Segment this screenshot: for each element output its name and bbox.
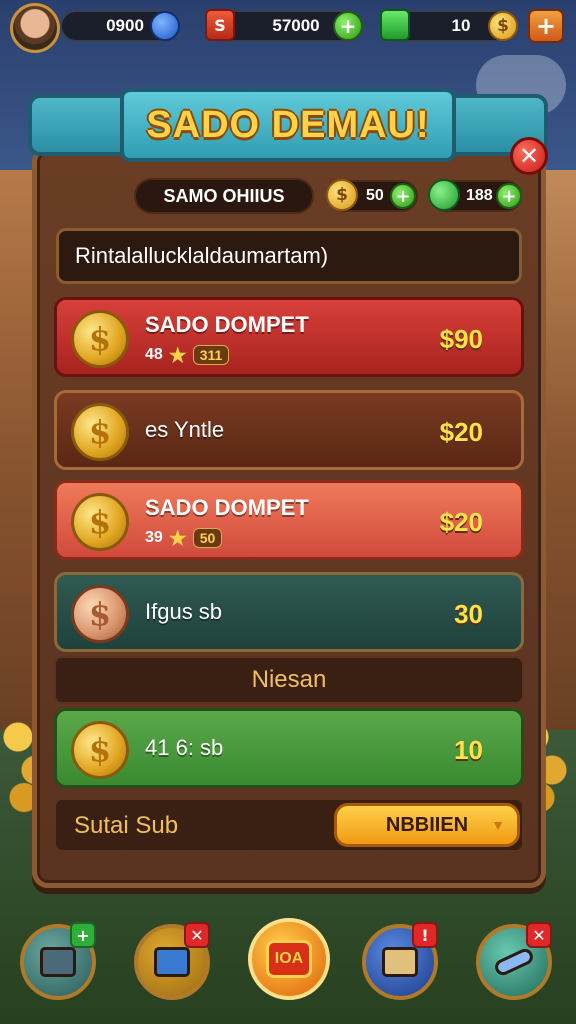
title-banner: SADO DEMAU! (28, 88, 548, 162)
offer-price: $90 (439, 324, 483, 354)
offer-price: $20 (439, 507, 483, 537)
resource-label: SAMO OHIIUS (134, 178, 314, 214)
gold-coin-icon: $ (71, 310, 129, 368)
box-icon (154, 947, 190, 977)
nav-tv-button[interactable]: + (20, 922, 96, 1000)
offer-price: $20 (439, 417, 483, 447)
offer-price: 10 (454, 735, 483, 765)
card-icon (382, 947, 418, 977)
offer-row-1[interactable]: $ SADO DOMPET 48 ★ 311 $90 (54, 297, 524, 377)
offer-row-5[interactable]: $ 41 6: sb 10 (54, 708, 524, 788)
star-icon: ★ (168, 527, 187, 550)
nav-shop-button[interactable]: IOA (248, 918, 330, 1000)
offer-row-3[interactable]: $ SADO DOMPET 39 ★ 50 $20 (54, 480, 524, 560)
offer-title: Ifgus sb (145, 599, 223, 624)
nav-plane-button[interactable]: ✕ (476, 922, 552, 1000)
offer-subline: 39 ★ 50 (145, 527, 223, 550)
offer-title: SADO DOMPET (145, 312, 309, 337)
close-badge-icon: ✕ (184, 922, 210, 948)
offer-row-4[interactable]: $ Ifgus sb 30 (54, 572, 524, 652)
green-gem-icon (428, 179, 460, 211)
offer-sub-number: 39 (145, 529, 163, 546)
bronze-coin-icon: $ (71, 585, 129, 643)
tv-icon (40, 947, 76, 977)
offer-title: SADO DOMPET (145, 495, 309, 520)
nav-box-button[interactable]: ✕ (134, 922, 210, 1000)
footer-button-label: NBBIIEN (385, 813, 469, 836)
shop-icon: IOA (266, 940, 312, 978)
offer-tag: 50 (192, 528, 223, 548)
close-badge-icon: ✕ (526, 922, 552, 948)
nav-card-button[interactable]: ! (362, 922, 438, 1000)
gold-coin-icon: $ (71, 403, 129, 461)
red-book-icon: S (205, 9, 235, 41)
top-hud: 0900 57000 S + 10 $ + (0, 0, 576, 56)
gem-chip-value: 188 (466, 187, 493, 204)
plane-icon (492, 946, 536, 978)
offer-subline: 48 ★ 311 (145, 344, 230, 367)
gold-coin-icon: $ (488, 11, 518, 41)
add-coins-button[interactable]: + (390, 183, 416, 209)
gold-coin-icon: $ (71, 493, 129, 551)
player-avatar[interactable] (10, 3, 60, 53)
gold-coin-icon: $ (326, 179, 358, 211)
offer-price: 30 (454, 599, 483, 629)
gold-coin-icon: $ (71, 721, 129, 779)
star-icon: ★ (168, 344, 187, 367)
add-currency-2-button[interactable]: + (333, 11, 363, 41)
offer-tag: 311 (192, 345, 230, 365)
footer-label: Sutai Sub (74, 812, 179, 839)
footer-action-button[interactable]: NBBIIEN ▼ (334, 803, 520, 847)
panel-title: SADO DEMAU! (146, 103, 430, 146)
close-button[interactable]: ✕ (510, 137, 548, 175)
offer-sub-number: 48 (145, 346, 163, 363)
coin-chip-value: 50 (366, 187, 384, 204)
section-label: Niesan (54, 656, 524, 704)
add-gems-button[interactable]: + (496, 183, 522, 209)
search-field[interactable]: Rintalallucklaldaumartam) (56, 228, 522, 284)
green-gem-icon (380, 9, 410, 41)
offer-title: 41 6: sb (145, 735, 224, 760)
blue-orb-icon (150, 11, 180, 41)
offer-title: es Yntle (145, 417, 225, 442)
alert-badge-icon: ! (412, 922, 438, 948)
offer-row-2[interactable]: $ es Yntle $20 (54, 390, 524, 470)
plus-badge-icon: + (70, 922, 96, 948)
add-button[interactable]: + (528, 9, 564, 43)
footer-bar: Sutai Sub NBBIIEN ▼ (54, 798, 524, 852)
chevron-down-icon: ▼ (491, 817, 505, 833)
